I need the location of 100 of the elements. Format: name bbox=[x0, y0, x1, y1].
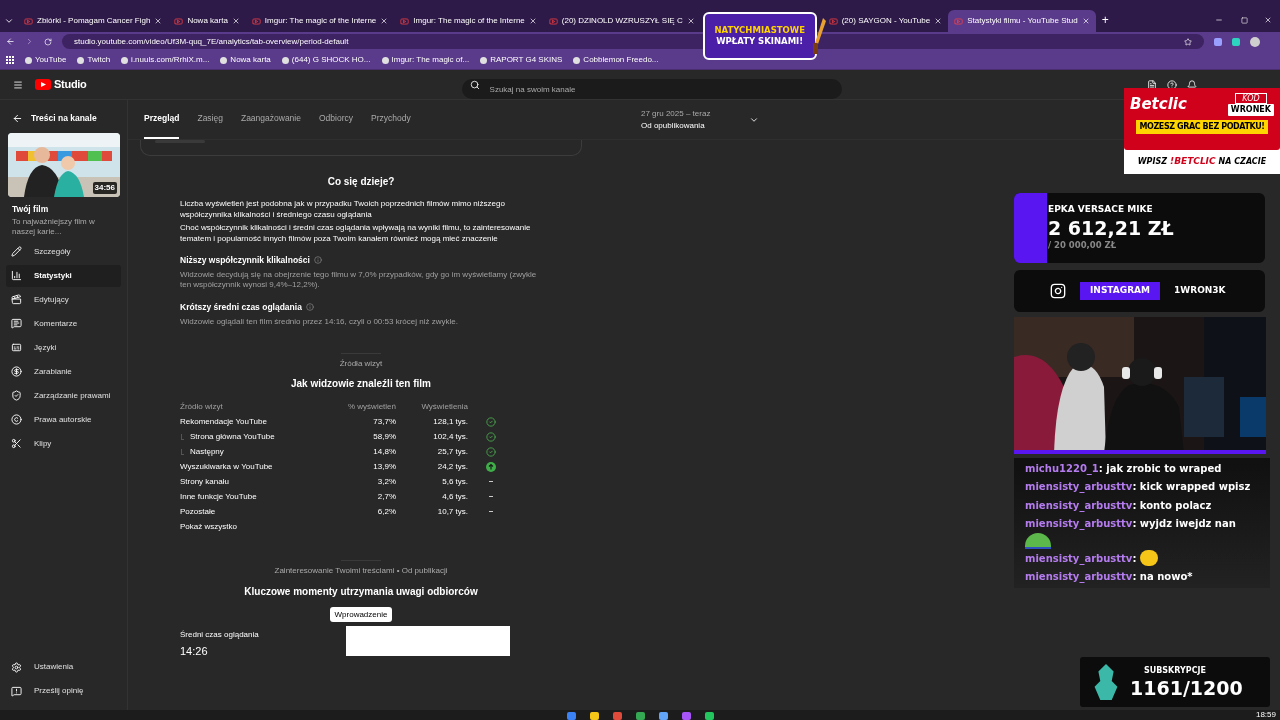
popup-text: NATYCHMIASTOWE bbox=[714, 25, 805, 36]
nav-item[interactable]: Zarabianie bbox=[6, 360, 121, 383]
nav-icon bbox=[11, 318, 22, 329]
search-field[interactable]: Szukaj na swoim kanale bbox=[461, 79, 842, 99]
close-icon[interactable] bbox=[380, 17, 389, 25]
chat-username: miensisty_arbusttv bbox=[1025, 517, 1133, 532]
analytics-tab[interactable]: Zasięg bbox=[197, 100, 223, 139]
captions-icon[interactable] bbox=[1146, 79, 1157, 90]
reload-icon[interactable] bbox=[44, 37, 52, 46]
profile-avatar[interactable] bbox=[1250, 36, 1260, 47]
taskbar-icon[interactable] bbox=[658, 712, 668, 720]
period-selector[interactable]: 27 gru 2025 – teraz Od opublikowania bbox=[641, 107, 759, 132]
nav-item[interactable]: Szczegóły bbox=[6, 240, 121, 263]
close-icon[interactable] bbox=[686, 17, 695, 25]
section-title: Kluczowe momenty utrzymania uwagi odbiorców bbox=[243, 585, 479, 599]
filter-chip[interactable]: Wprowadzenie bbox=[329, 607, 393, 622]
favicon-icon bbox=[954, 16, 964, 26]
browser-tab[interactable]: Zbiórki - Pomagam Cancer Figh bbox=[18, 10, 169, 32]
apps-icon[interactable] bbox=[6, 56, 14, 64]
metric-label: Średni czas oglądania bbox=[180, 629, 260, 641]
favicon-icon bbox=[24, 16, 33, 26]
nav-icon bbox=[11, 294, 22, 305]
nav-item[interactable]: Statystyki bbox=[6, 264, 121, 287]
analytics-tab[interactable]: Przychody bbox=[371, 100, 411, 139]
bookmark-star-icon[interactable] bbox=[1184, 37, 1192, 46]
back-icon[interactable] bbox=[6, 37, 15, 46]
studio-logo[interactable]: Studio bbox=[35, 76, 87, 93]
taskbar-icon[interactable] bbox=[681, 712, 691, 720]
goal-amount: 2 612,21 ZŁ bbox=[1048, 216, 1174, 239]
bookmark[interactable]: RAPORT G4 SKINS bbox=[480, 54, 563, 66]
source-cell: Wyszukiwarka w YouTube bbox=[180, 460, 273, 473]
promo-code: WRONEK bbox=[1227, 104, 1274, 116]
help-icon[interactable] bbox=[1166, 79, 1177, 90]
share-cell-text: 58,9% bbox=[372, 430, 396, 443]
taskbar-icon[interactable] bbox=[704, 712, 714, 720]
views-cell-text: 25,7 tys. bbox=[436, 445, 468, 458]
nav-item[interactable]: Klipy bbox=[6, 432, 121, 455]
new-tab-button[interactable]: + bbox=[1101, 14, 1109, 26]
back-icon[interactable] bbox=[12, 112, 23, 124]
share-cell-text: 6,2% bbox=[376, 505, 396, 518]
taskbar-icon[interactable] bbox=[589, 712, 599, 720]
browser-tab[interactable]: Imgur: The magic of the Interne bbox=[394, 10, 543, 32]
maximize-icon[interactable] bbox=[1241, 17, 1248, 24]
clock: 18:59 bbox=[1255, 710, 1276, 720]
taskbar-icon[interactable] bbox=[566, 712, 576, 720]
browser-tab[interactable]: Nowa karta bbox=[168, 10, 246, 32]
browser-tab[interactable]: Imgur: The magic of the Interne bbox=[245, 10, 395, 32]
close-icon[interactable] bbox=[934, 17, 943, 25]
close-icon[interactable] bbox=[528, 17, 537, 25]
menu-icon[interactable] bbox=[13, 79, 23, 90]
nav-icon bbox=[11, 414, 22, 425]
analytics-tab[interactable]: Odbiorcy bbox=[318, 100, 353, 139]
notifications-icon[interactable] bbox=[1186, 79, 1197, 90]
bookmark[interactable]: Twitch bbox=[77, 54, 111, 66]
chat-message: : na nowo* bbox=[1132, 570, 1193, 585]
bookmark[interactable]: Nowa karta bbox=[220, 54, 271, 66]
tab-title: Zbiórki - Pomagam Cancer Figh bbox=[37, 15, 151, 27]
favicon-icon bbox=[573, 56, 581, 64]
source-cell: Rekomendacje YouTube bbox=[180, 415, 267, 428]
social-handle: 1WRON3K bbox=[1174, 284, 1226, 298]
close-icon[interactable] bbox=[154, 17, 163, 25]
extension-icon[interactable] bbox=[1214, 37, 1222, 46]
favicon-icon bbox=[220, 56, 228, 64]
views-cell-text: 24,2 tys. bbox=[436, 460, 468, 473]
nav-item[interactable]: Prawa autorskie bbox=[6, 408, 121, 431]
chat-message: : kick wrapped wpisz bbox=[1132, 480, 1251, 495]
nav-item[interactable]: Komentarze bbox=[6, 312, 121, 335]
favicon-icon bbox=[77, 56, 85, 64]
close-icon[interactable] bbox=[1264, 16, 1272, 24]
show-all-link[interactable]: Pokaż wszystko bbox=[180, 519, 237, 534]
emote-icon bbox=[1025, 533, 1051, 549]
analytics-tab[interactable]: Zaangażowanie bbox=[240, 100, 301, 139]
close-icon[interactable] bbox=[1081, 17, 1090, 25]
sponsor-tagline: MOZESZ GRAC BEZ PODATKU! bbox=[1136, 120, 1268, 134]
section-eyebrow: Zainteresowanie Twoimi treściami • Od publikacji bbox=[273, 565, 449, 577]
back-label[interactable]: Treści na kanale bbox=[31, 112, 97, 125]
tab-list-icon[interactable] bbox=[4, 16, 14, 26]
forward-icon[interactable] bbox=[25, 37, 34, 46]
section-title: Jak widzowie znaleźli ten film bbox=[289, 377, 432, 391]
nav-item[interactable]: Ustawienia bbox=[6, 656, 121, 678]
bookmark[interactable]: Cobblemon Freedo... bbox=[573, 54, 659, 66]
minimize-icon[interactable] bbox=[1215, 16, 1223, 24]
bookmark[interactable]: (644) G SHOCK HO... bbox=[281, 54, 371, 66]
nav-item[interactable]: Języki bbox=[6, 336, 121, 359]
extension-icon[interactable] bbox=[1232, 37, 1240, 46]
browser-tab[interactable]: (20) SAYGON - YouTube bbox=[822, 10, 949, 32]
browser-tab[interactable]: Statystyki filmu - YouTube Stud bbox=[948, 10, 1096, 32]
nav-item[interactable]: Prześlij opinię bbox=[6, 680, 121, 702]
bookmark[interactable]: Imgur: The magic of... bbox=[381, 54, 470, 66]
bookmark[interactable]: YouTube bbox=[25, 54, 67, 66]
subs-count: 1161/1200 bbox=[1130, 677, 1243, 699]
nav-item[interactable]: Zarządzanie prawami bbox=[6, 384, 121, 407]
nav-item[interactable]: Edytujący bbox=[6, 288, 121, 311]
close-icon[interactable] bbox=[231, 17, 240, 25]
views-cell-text: 4,6 tys. bbox=[441, 490, 468, 503]
nav-icon bbox=[11, 661, 22, 673]
bookmark[interactable]: i.nuuls.com/RrhiX.m... bbox=[121, 54, 210, 66]
browser-tab[interactable]: (20) DZINOLD WZRUSZYŁ SIĘ C bbox=[542, 10, 701, 32]
taskbar-icon[interactable] bbox=[635, 712, 645, 720]
nav-icon bbox=[11, 270, 22, 281]
